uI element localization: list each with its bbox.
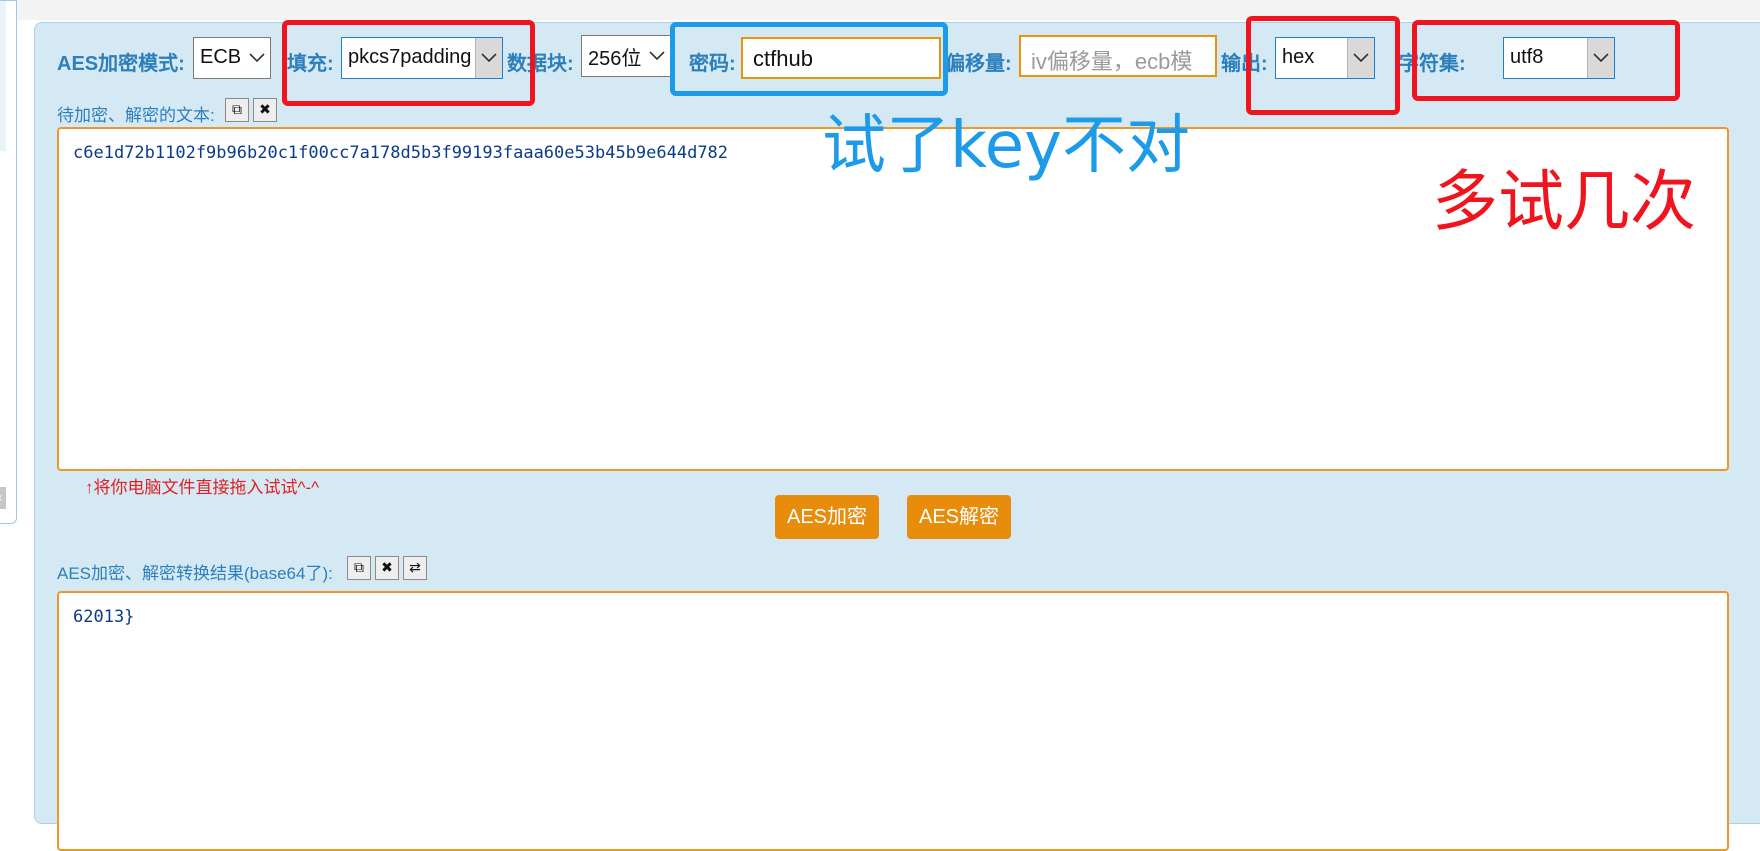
- drag-file-hint: ↑将你电脑文件直接拖入试试^-^: [85, 478, 320, 497]
- block-select[interactable]: 256位: [581, 35, 671, 77]
- close-icon[interactable]: ✖: [253, 98, 277, 122]
- collapse-arrow-icon[interactable]: ‹: [0, 487, 6, 509]
- chevron-down-icon: [249, 53, 265, 63]
- result-textarea[interactable]: 62013}: [57, 591, 1729, 851]
- mode-select[interactable]: ECB: [193, 37, 271, 79]
- browser-top-strip: [0, 0, 1760, 20]
- charset-highlight-box: [1412, 20, 1680, 101]
- swap-icon[interactable]: ⇄: [403, 556, 427, 580]
- side-panel-tab: [0, 1, 6, 151]
- padding-highlight-box: [282, 20, 535, 106]
- encrypt-button[interactable]: AES加密: [775, 495, 879, 539]
- close-icon[interactable]: ✖: [375, 556, 399, 580]
- decrypt-button[interactable]: AES解密: [907, 495, 1011, 539]
- offset-label: 偏移量:: [945, 53, 1012, 75]
- mode-value: ECB: [200, 46, 242, 68]
- result-text: 62013}: [73, 607, 135, 627]
- red-annotation-text: 多试几次: [1432, 163, 1696, 240]
- output-highlight-box: [1246, 16, 1400, 115]
- block-value: 256位: [588, 48, 642, 70]
- input-text: c6e1d72b1102f9b96b20c1f00cc7a178d5b3f991…: [73, 143, 729, 163]
- password-highlight-box: [670, 22, 948, 96]
- offset-placeholder: iv偏移量，ecb模: [1031, 49, 1193, 74]
- side-panel: ‹: [0, 0, 17, 524]
- offset-input[interactable]: iv偏移量，ecb模: [1019, 35, 1217, 77]
- chevron-down-icon: [649, 51, 665, 61]
- result-label: AES加密、解密转换结果(base64了):: [57, 564, 333, 583]
- mode-label: AES加密模式:: [57, 53, 185, 75]
- copy-icon[interactable]: ⧉: [225, 98, 249, 122]
- copy-icon[interactable]: ⧉: [347, 556, 371, 580]
- blue-annotation-text: 试了key不对: [822, 109, 1191, 183]
- input-label: 待加密、解密的文本:: [57, 106, 215, 125]
